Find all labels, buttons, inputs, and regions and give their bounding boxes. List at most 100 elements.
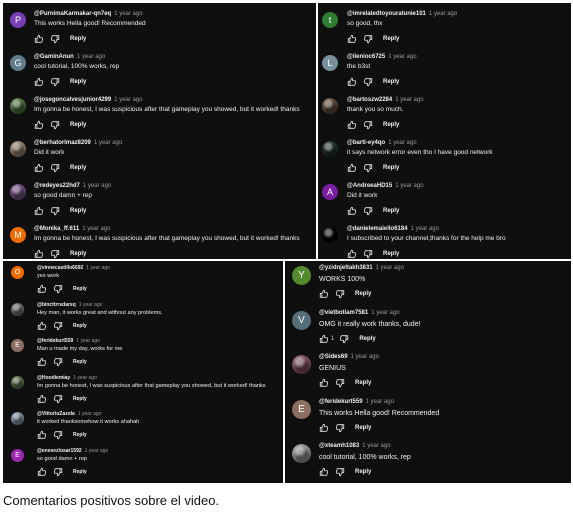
comment-author[interactable]: @vietbotiam7581 [319, 310, 368, 316]
thumb-up-icon[interactable] [347, 77, 357, 87]
comment-timestamp[interactable]: 1 year ago [85, 448, 109, 454]
avatar[interactable] [11, 302, 24, 316]
thumb-down-icon[interactable] [50, 163, 60, 173]
comment-timestamp[interactable]: 1 year ago [395, 97, 423, 103]
avatar[interactable]: O [11, 266, 24, 279]
avatar[interactable] [10, 141, 26, 157]
thumb-up-icon[interactable] [34, 249, 44, 259]
thumb-up-icon[interactable] [34, 77, 44, 87]
comment-timestamp[interactable]: 1 year ago [429, 11, 457, 17]
comment-author[interactable]: @bincttrrsdarsq [37, 302, 76, 308]
comment-author[interactable]: @redeyes22hd7 [34, 183, 80, 189]
thumb-down-icon[interactable] [363, 249, 373, 259]
comment-author[interactable]: @GaminAnun [34, 54, 74, 60]
comment-author[interactable]: @feridekurt559 [319, 399, 363, 405]
thumb-up-icon[interactable] [347, 206, 357, 216]
avatar[interactable] [292, 444, 311, 463]
avatar[interactable]: E [11, 448, 24, 462]
comment-author[interactable]: @imrelatedtoyouratunie101 [347, 11, 426, 17]
thumb-down-icon[interactable] [50, 120, 60, 130]
reply-button[interactable]: Reply [70, 208, 86, 214]
thumb-up-icon[interactable] [347, 34, 357, 44]
thumb-down-icon[interactable] [53, 394, 63, 404]
thumb-up-icon[interactable] [34, 163, 44, 173]
reply-button[interactable]: Reply [383, 208, 399, 214]
thumb-up-icon[interactable] [34, 34, 44, 44]
comment-author[interactable]: @vinnecastillo6692 [37, 265, 83, 271]
thumb-up-icon[interactable] [319, 334, 329, 344]
comment-author[interactable]: @bartoszw2284 [347, 97, 392, 103]
avatar[interactable]: Y [292, 266, 311, 285]
reply-button[interactable]: Reply [73, 359, 87, 365]
thumb-up-icon[interactable] [319, 289, 329, 299]
comment-timestamp[interactable]: 1 year ago [78, 411, 102, 417]
comment-author[interactable]: @ilenioc6725 [347, 54, 385, 60]
comment-timestamp[interactable]: 1 year ago [114, 97, 142, 103]
reply-button[interactable]: Reply [70, 251, 86, 257]
thumb-up-icon[interactable] [319, 378, 329, 388]
reply-button[interactable]: Reply [70, 36, 86, 42]
thumb-up-icon[interactable] [319, 423, 329, 433]
thumb-down-icon[interactable] [363, 163, 373, 173]
reply-button[interactable]: Reply [383, 79, 399, 85]
reply-button[interactable]: Reply [359, 336, 375, 342]
reply-button[interactable]: Reply [383, 36, 399, 42]
comment-author[interactable]: @Hoodiemiay [37, 375, 70, 381]
comment-timestamp[interactable]: 1 year ago [388, 54, 416, 60]
comment-author[interactable]: @feridekurt559 [37, 338, 73, 344]
comment-timestamp[interactable]: 1 year ago [395, 183, 423, 189]
thumb-up-icon[interactable] [37, 467, 47, 477]
avatar[interactable]: E [11, 339, 24, 352]
reply-button[interactable]: Reply [73, 286, 87, 292]
avatar[interactable] [11, 375, 24, 389]
comment-timestamp[interactable]: 1 year ago [362, 443, 390, 449]
comment-author[interactable]: @josegoncalvesjunior4299 [34, 97, 111, 103]
comment-timestamp[interactable]: 1 year ago [86, 265, 110, 271]
reply-button[interactable]: Reply [355, 291, 371, 297]
avatar[interactable]: E [292, 399, 311, 419]
thumb-down-icon[interactable] [50, 34, 60, 44]
thumb-down-icon[interactable] [53, 284, 63, 294]
reply-button[interactable]: Reply [383, 251, 399, 257]
thumb-up-icon[interactable] [37, 430, 47, 440]
thumb-down-icon[interactable] [335, 289, 345, 299]
thumb-up-icon[interactable] [37, 394, 47, 404]
comment-author[interactable]: @Sides69 [319, 354, 348, 360]
thumb-down-icon[interactable] [53, 467, 63, 477]
thumb-down-icon[interactable] [335, 467, 345, 477]
thumb-up-icon[interactable] [34, 206, 44, 216]
avatar[interactable] [322, 98, 338, 114]
avatar[interactable]: t [322, 12, 338, 28]
comment-timestamp[interactable]: 1 year ago [114, 11, 142, 17]
reply-button[interactable]: Reply [73, 396, 87, 402]
reply-button[interactable]: Reply [355, 425, 371, 431]
comment-author[interactable]: @PurnimaKarmakar-qn7eq [34, 11, 111, 17]
thumb-down-icon[interactable] [50, 206, 60, 216]
comment-timestamp[interactable]: 1 year ago [388, 140, 416, 146]
thumb-down-icon[interactable] [53, 321, 63, 331]
comment-timestamp[interactable]: 1 year ago [79, 302, 103, 308]
comment-author[interactable]: @VittorioZazola [37, 411, 75, 417]
comment-timestamp[interactable]: 1 year ago [76, 338, 100, 344]
reply-button[interactable]: Reply [355, 469, 371, 475]
thumb-down-icon[interactable] [363, 120, 373, 130]
thumb-down-icon[interactable] [335, 423, 345, 433]
comment-timestamp[interactable]: 1 year ago [351, 354, 379, 360]
thumb-down-icon[interactable] [363, 77, 373, 87]
thumb-down-icon[interactable] [335, 378, 345, 388]
reply-button[interactable]: Reply [70, 165, 86, 171]
comment-timestamp[interactable]: 1 year ago [376, 265, 404, 271]
avatar[interactable] [10, 98, 26, 114]
avatar[interactable]: L [322, 55, 338, 71]
thumb-up-icon[interactable] [34, 120, 44, 130]
thumb-up-icon[interactable] [37, 284, 47, 294]
reply-button[interactable]: Reply [73, 469, 87, 475]
avatar[interactable] [10, 184, 26, 200]
avatar[interactable]: V [292, 310, 311, 330]
reply-button[interactable]: Reply [70, 79, 86, 85]
avatar[interactable]: M [10, 227, 26, 243]
avatar[interactable]: P [10, 12, 26, 28]
comment-timestamp[interactable]: 1 year ago [94, 140, 122, 146]
thumb-up-icon[interactable] [37, 321, 47, 331]
reply-button[interactable]: Reply [383, 122, 399, 128]
